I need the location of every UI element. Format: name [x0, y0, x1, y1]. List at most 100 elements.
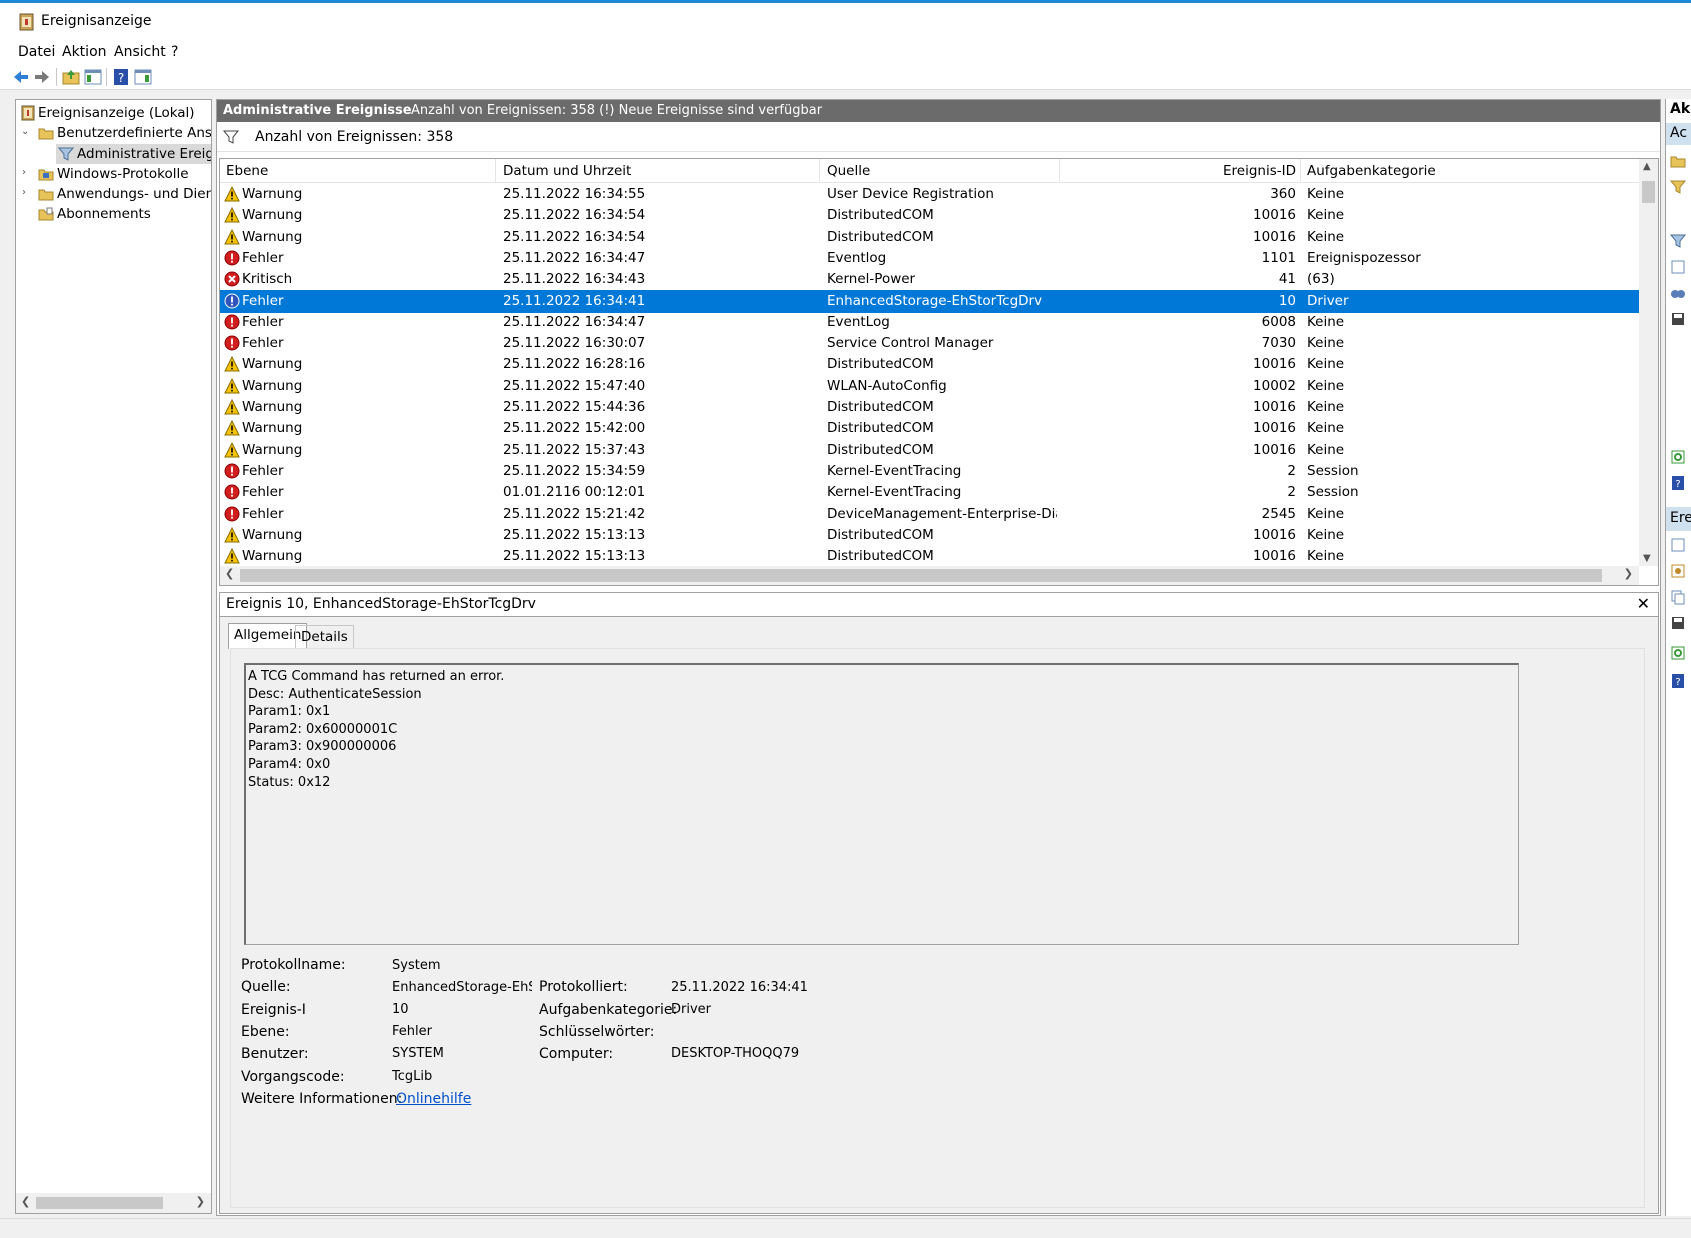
scroll-thumb[interactable]	[1642, 181, 1655, 203]
error-icon	[224, 484, 240, 500]
chevron-down-icon[interactable]: ⌄	[21, 126, 33, 140]
help-icon[interactable]: ?	[1670, 673, 1686, 689]
table-vertical-scrollbar[interactable]: ▲ ▼	[1639, 159, 1658, 566]
detail-title: Ereignis 10, EnhancedStorage-EhStorTcgDr…	[226, 596, 536, 612]
cell-level: Fehler	[242, 249, 284, 266]
table-row[interactable]: Warnung 25.11.2022 15:47:40 WLAN-AutoConfi…	[220, 375, 1639, 398]
warning-icon	[224, 420, 240, 436]
event-properties-icon[interactable]	[1670, 537, 1686, 553]
forward-arrow-icon[interactable]	[32, 67, 52, 87]
filter-row: Anzahl von Ereignissen: 358	[217, 122, 1660, 152]
cell-level: Fehler	[242, 505, 284, 522]
menu-help[interactable]: ?	[171, 44, 178, 60]
filter-icon[interactable]	[1670, 179, 1686, 195]
menu-bar: Datei Aktion Ansicht ?	[0, 40, 1691, 64]
tree-item-root[interactable]: Ereignisanzeige (Lokal)	[16, 103, 211, 123]
event-description[interactable]: A TCG Command has returned an error. Des…	[244, 663, 1519, 945]
table-row[interactable]: Warnung 25.11.2022 16:34:55 User Device Re…	[220, 183, 1639, 206]
table-row[interactable]: Warnung 25.11.2022 16:28:16 DistributedCOM…	[220, 353, 1639, 376]
scroll-thumb[interactable]	[36, 1197, 163, 1209]
col-header-event-id[interactable]: Ereignis-ID	[1060, 159, 1301, 183]
col-header-date[interactable]: Datum und Uhrzeit	[496, 159, 820, 183]
value-level: Fehler	[392, 1024, 432, 1039]
col-header-level[interactable]: Ebene	[220, 159, 496, 183]
center-pane: Administrative Ereignisse Anzahl von Ere…	[216, 99, 1661, 1216]
tree-horizontal-scrollbar[interactable]: ❮ ❯	[16, 1193, 211, 1213]
value-computer: DESKTOP-THOQQ79	[671, 1046, 800, 1061]
actions-section-event[interactable]: Ere	[1666, 507, 1691, 531]
table-row[interactable]: Warnung 25.11.2022 15:13:13 DistributedCOM…	[220, 545, 1639, 568]
table-row[interactable]: Fehler 25.11.2022 16:34:41 EnhancedStorage…	[220, 289, 1639, 313]
copy-icon[interactable]	[1670, 589, 1686, 605]
cell-source: DistributedCOM	[827, 441, 934, 458]
save-icon[interactable]	[1670, 615, 1686, 631]
table-row[interactable]: Fehler 25.11.2022 16:34:47 Eventlog 1101 Ere…	[220, 247, 1639, 270]
table-row[interactable]: Warnung 25.11.2022 16:34:54 DistributedCOM…	[220, 204, 1639, 227]
find-icon[interactable]	[1670, 285, 1686, 301]
attach-task-icon[interactable]	[1670, 563, 1686, 579]
open-folder-icon[interactable]	[1670, 153, 1686, 169]
label-task-category: Aufgabenkategorie:	[539, 1002, 678, 1018]
label-logged: Protokolliert:	[539, 979, 628, 995]
refresh-icon[interactable]	[1670, 449, 1686, 465]
table-horizontal-scrollbar[interactable]: ❮ ❯	[220, 566, 1639, 585]
scroll-right-icon[interactable]: ❯	[196, 1195, 205, 1208]
warning-icon	[224, 185, 240, 202]
table-row[interactable]: Warnung 25.11.2022 15:37:43 DistributedCOM…	[220, 439, 1639, 462]
tab-details[interactable]: Details	[295, 625, 354, 649]
cell-source: User Device Registration	[827, 186, 994, 202]
cell-source: DistributedCOM	[827, 207, 934, 224]
cell-task-category: Keine	[1307, 228, 1345, 245]
scroll-right-icon[interactable]: ❯	[1624, 567, 1633, 580]
tree-item-admin-events[interactable]: Administrative Ereigr	[56, 144, 211, 164]
table-row[interactable]: Warnung 25.11.2022 16:34:54 DistributedCOM…	[220, 226, 1639, 249]
tree-item-app-logs[interactable]: › Anwendungs- und Dien:	[16, 184, 211, 204]
col-header-task-category[interactable]: Aufgabenkategorie	[1301, 159, 1539, 183]
scroll-down-icon[interactable]: ▼	[1643, 553, 1651, 564]
cell-event-id: 10016	[1253, 399, 1296, 415]
show-hide-action-pane-icon[interactable]	[133, 67, 153, 87]
show-hide-tree-icon[interactable]	[83, 67, 103, 87]
refresh-icon[interactable]	[1670, 645, 1686, 661]
scroll-left-icon[interactable]: ❮	[21, 1195, 30, 1208]
chevron-right-icon[interactable]: ›	[22, 187, 34, 201]
menu-datei[interactable]: Datei	[18, 44, 55, 60]
table-row[interactable]: Fehler 25.11.2022 16:34:47 EventLog 6008 Kei…	[220, 311, 1639, 334]
table-row[interactable]: Warnung 25.11.2022 15:44:36 DistributedCOM…	[220, 396, 1639, 419]
cell-level: Fehler	[242, 313, 284, 330]
scroll-up-icon[interactable]: ▲	[1643, 161, 1651, 172]
chevron-right-icon[interactable]: ›	[22, 167, 34, 181]
cell-event-id: 360	[1270, 186, 1296, 202]
cell-level: Warnung	[242, 186, 303, 202]
properties-icon[interactable]	[1670, 259, 1686, 275]
close-icon[interactable]: ✕	[1637, 594, 1650, 613]
folder-up-icon[interactable]	[61, 67, 81, 87]
value-user: SYSTEM	[392, 1046, 444, 1061]
tree-item-custom-views[interactable]: ⌄ Benutzerdefinierte Ansic	[16, 123, 211, 143]
scroll-left-icon[interactable]: ❮	[225, 567, 234, 580]
save-icon[interactable]	[1670, 311, 1686, 327]
warning-icon	[224, 377, 240, 394]
cell-event-id: 2545	[1261, 505, 1296, 522]
table-row[interactable]: Fehler 25.11.2022 16:30:07 Service Control…	[220, 332, 1639, 355]
help-icon[interactable]: ?	[1670, 475, 1686, 491]
help-icon[interactable]: ?	[111, 67, 131, 87]
folder-icon	[38, 189, 54, 201]
menu-ansicht[interactable]: Ansicht	[114, 44, 166, 60]
table-row[interactable]: Fehler 25.11.2022 15:34:59 Kernel-EventTra…	[220, 460, 1639, 483]
menu-aktion[interactable]: Aktion	[62, 44, 107, 60]
table-row[interactable]: Fehler 01.01.2116 00:12:01 Kernel-EventTra…	[220, 481, 1639, 504]
description-line: Param1: 0x1	[248, 704, 331, 720]
tree-item-windows-logs[interactable]: › Windows-Protokolle	[16, 164, 211, 184]
actions-section-view[interactable]: Ac	[1666, 123, 1691, 145]
tree-item-subscriptions[interactable]: Abonnements	[16, 204, 211, 224]
back-arrow-icon[interactable]	[11, 67, 31, 87]
table-row[interactable]: Warnung 25.11.2022 15:42:00 DistributedCOM…	[220, 417, 1639, 440]
filter-icon[interactable]	[1670, 233, 1686, 249]
col-header-source[interactable]: Quelle	[820, 159, 1060, 183]
online-help-link[interactable]: Onlinehilfe	[396, 1091, 471, 1107]
table-row[interactable]: Fehler 25.11.2022 15:21:42 DeviceManagemen…	[220, 503, 1639, 526]
table-row[interactable]: Warnung 25.11.2022 15:13:13 DistributedCOM…	[220, 524, 1639, 547]
scroll-thumb[interactable]	[240, 569, 1602, 582]
table-row[interactable]: Kritisch 25.11.2022 16:34:43 Kernel-Power 4…	[220, 268, 1639, 291]
